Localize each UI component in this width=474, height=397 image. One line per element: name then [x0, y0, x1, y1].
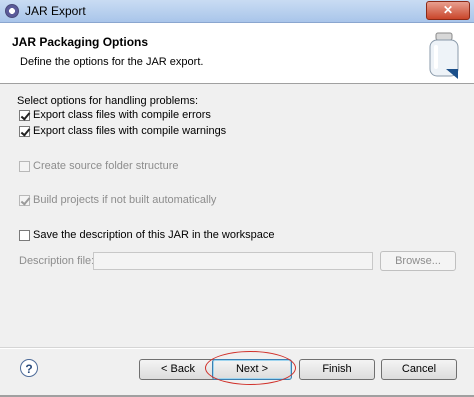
build-projects-label: Build projects if not built automaticall… — [33, 194, 217, 206]
page-title: JAR Packaging Options — [12, 35, 149, 49]
jar-icon — [429, 32, 459, 79]
finish-button[interactable]: Finish — [299, 359, 375, 380]
wizard-banner: JAR Packaging Options Define the options… — [0, 23, 474, 84]
build-projects-checkbox — [19, 194, 30, 206]
description-file-field — [93, 252, 373, 270]
build-projects-option: Build projects if not built automaticall… — [19, 192, 216, 208]
cancel-button[interactable]: Cancel — [381, 359, 457, 380]
close-button[interactable]: ✕ — [426, 1, 470, 20]
title-bar: JAR Export ✕ — [0, 0, 474, 23]
browse-button: Browse... — [380, 251, 456, 271]
create-source-folder-label: Create source folder structure — [33, 160, 179, 172]
export-warnings-option[interactable]: Export class files with compile warnings — [19, 123, 226, 139]
next-button[interactable]: Next > — [212, 359, 292, 380]
export-errors-label[interactable]: Export class files with compile errors — [33, 109, 211, 121]
help-button[interactable]: ? — [20, 359, 38, 377]
window-title: JAR Export — [25, 4, 86, 18]
create-source-folder-option: Create source folder structure — [19, 158, 179, 174]
save-description-label[interactable]: Save the description of this JAR in the … — [33, 229, 275, 241]
save-description-option[interactable]: Save the description of this JAR in the … — [19, 227, 275, 243]
save-description-checkbox[interactable] — [19, 229, 30, 241]
footer-divider — [0, 347, 474, 349]
problems-section-label: Select options for handling problems: — [17, 95, 198, 107]
page-description: Define the options for the JAR export. — [20, 56, 204, 68]
export-errors-option[interactable]: Export class files with compile errors — [19, 107, 211, 123]
description-file-label: Description file: — [19, 255, 95, 267]
back-button[interactable]: < Back — [139, 359, 217, 380]
export-errors-checkbox[interactable] — [19, 109, 30, 121]
export-warnings-checkbox[interactable] — [19, 125, 30, 137]
create-source-folder-checkbox — [19, 160, 30, 172]
eclipse-icon — [5, 4, 19, 18]
export-warnings-label[interactable]: Export class files with compile warnings — [33, 125, 226, 137]
